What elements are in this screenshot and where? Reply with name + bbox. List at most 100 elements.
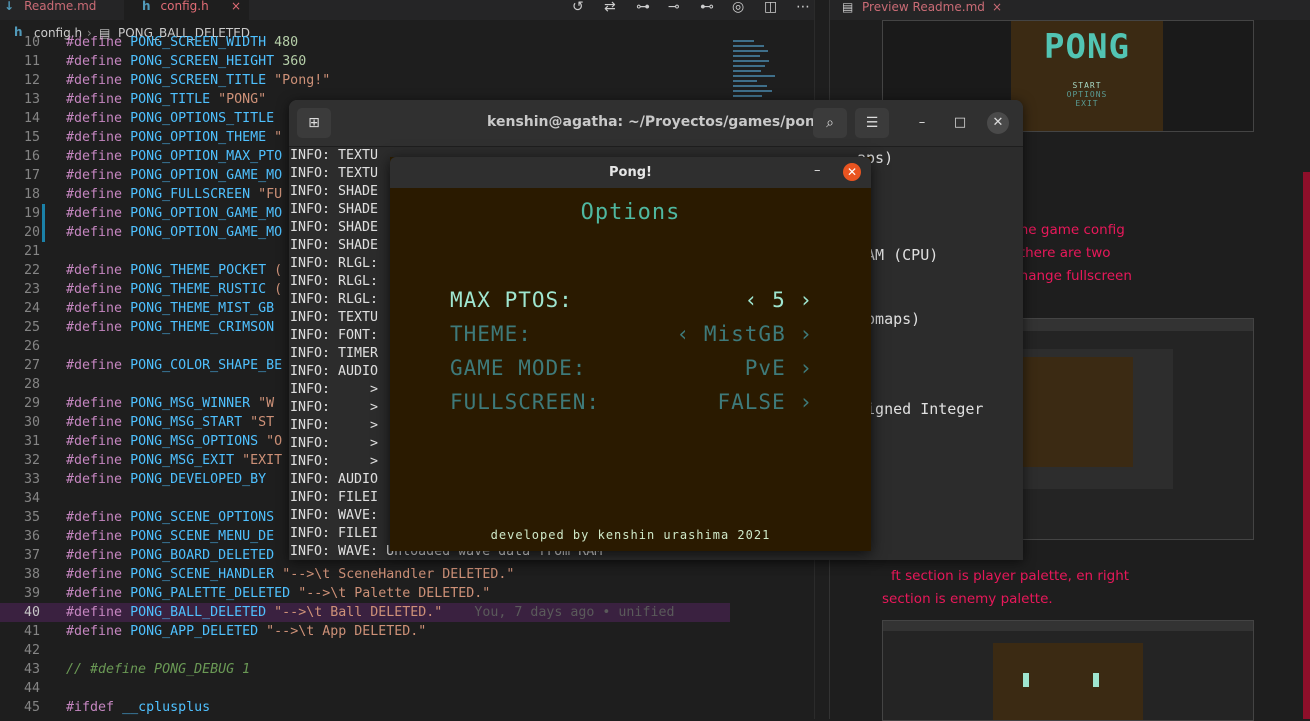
preview-icon: ▤ [842,0,854,14]
more-actions-icon[interactable]: ⋯ [796,0,810,14]
minimize-button[interactable]: – [814,163,821,178]
code-text: #define PONG_FULLSCREEN "FU [66,187,283,202]
code-line[interactable]: 38 #define PONG_SCENE_HANDLER "-->\t Scen… [0,565,730,584]
terminal-line: INFO: > [290,400,379,415]
option-fullscreen-label: FULLSCREEN: [450,390,601,414]
line-number: 26 [23,339,40,354]
option-game-mode-label: GAME MODE: [450,356,587,380]
code-text: #define PONG_TITLE "PONG" [66,92,267,107]
code-text: #define PONG_OPTION_GAME_MO [66,225,283,240]
git-compare-icon[interactable]: ⇄ [604,0,616,14]
code-text: #define PONG_COLOR_SHAPE_BE [66,358,283,373]
code-line[interactable]: 10 #define PONG_SCREEN_WIDTH 480 [0,33,730,52]
readme-text: ft section is player palette, en right [891,568,1130,584]
code-line[interactable]: 41 #define PONG_APP_DELETED "-->\t App DE… [0,622,730,641]
terminal-line: INFO: SHADE [290,202,379,217]
search-button[interactable]: ⌕ [813,108,847,138]
option-max-ptos-label: MAX PTOS: [450,288,573,312]
option-max-ptos-value[interactable]: ‹ 5 › [745,288,813,312]
history-icon[interactable]: ↺ [572,0,584,14]
pong-window-title: Pong! [609,165,652,180]
option-game-mode-value[interactable]: PvE › [745,356,813,380]
close-button[interactable]: ✕ [987,112,1009,134]
git-modified-marker [42,223,45,242]
preview-scrollbar[interactable] [1303,172,1310,719]
line-number: 14 [23,111,40,126]
code-line[interactable]: 40 #define PONG_BALL_DELETED "-->\t Ball … [0,603,730,622]
git-commit-icon[interactable]: ⊶ [636,0,650,14]
terminal-line: INFO: RLGL: [290,256,379,271]
code-text: #define PONG_OPTION_GAME_MO [66,206,283,221]
pong-logo: PONG [1044,27,1130,67]
menu-button[interactable]: ☰ [855,108,889,138]
code-text: #define PONG_OPTION_THEME " [66,130,283,145]
terminal-line: INFO: TEXTU [290,310,379,325]
option-theme-label: THEME: [450,322,532,346]
next-change-icon[interactable]: ⊷ [700,0,714,14]
terminal-line: INFO: TEXTU [290,166,379,181]
code-text: #define PONG_BOARD_DELETED [66,548,275,563]
git-blame-annotation: You, 7 days ago • unified [474,605,675,620]
tab-config-h[interactable]: h config.h × [124,0,249,20]
line-number: 35 [23,510,40,525]
close-tab-icon[interactable]: × [992,0,1002,14]
line-number: 17 [23,168,40,183]
code-line[interactable]: 42 [0,641,730,660]
code-text: #define PONG_SCENE_MENU_DE [66,529,275,544]
pong-game-window: Pong! – ✕ Options MAX PTOS: ‹ 5 › THEME:… [390,157,871,551]
editor-tab-bar: ↓ Readme.md h config.h × ↺ ⇄ ⊶ ⊸ ⊷ ◎ ◫ ⋯ [0,0,828,20]
code-text: #define PONG_DEVELOPED_BY [66,472,267,487]
line-number: 42 [23,643,40,658]
maximize-button[interactable]: □ [949,112,971,134]
line-number: 25 [23,320,40,335]
timeline-icon[interactable]: ◎ [732,0,744,14]
terminal-line: INFO: AUDIO [290,472,379,487]
previous-change-icon[interactable]: ⊸ [668,0,680,14]
code-line[interactable]: 45 #ifdef __cplusplus [0,698,730,717]
code-text: #define PONG_SCREEN_WIDTH 480 [66,35,299,50]
pong-options-screen[interactable]: Options MAX PTOS: ‹ 5 › THEME: ‹ MistGB … [390,188,871,551]
terminal-line: INFO: SHADE [290,184,379,199]
terminal-line: INFO: SHADE [290,220,379,235]
close-button[interactable]: ✕ [843,163,861,181]
line-number: 41 [23,624,40,639]
code-line[interactable]: 44 [0,679,730,698]
terminal-line: INFO: TEXTU [290,148,379,163]
code-text: #define PONG_THEME_CRIMSON [66,320,275,335]
minimap-line [733,85,767,87]
terminal-line: INFO: RLGL: [290,274,379,289]
tab-preview-readme[interactable]: ▤ Preview Readme.md × [830,0,1310,20]
terminal-line: INFO: RLGL: [290,292,379,307]
line-number: 24 [23,301,40,316]
line-number: 16 [23,149,40,164]
line-number: 37 [23,548,40,563]
code-text: #define PONG_OPTION_MAX_PTO [66,149,283,164]
minimap-line [733,70,761,72]
split-editor-icon[interactable]: ◫ [764,0,777,14]
terminal-line: INFO: FILEI [290,490,379,505]
code-text: #define PONG_SCREEN_HEIGHT 360 [66,54,307,69]
terminal-line: INFO: FILEI [290,526,379,541]
line-number: 44 [23,681,40,696]
minimap-line [733,60,770,62]
close-tab-icon[interactable]: × [231,0,241,12]
minimap-line [733,95,763,97]
terminal-line: INFO: > [290,436,379,451]
pong-titlebar: Pong! – ✕ [390,157,871,188]
readme-image-gameplay [882,620,1254,721]
line-number: 12 [23,73,40,88]
c-header-icon: h [142,0,151,13]
code-line[interactable]: 11 #define PONG_SCREEN_HEIGHT 360 [0,52,730,71]
readme-text: section is enemy palette. [882,591,1053,607]
minimize-button[interactable]: – [911,112,933,134]
option-theme-value[interactable]: ‹ MistGB › [677,322,813,346]
code-line[interactable]: 39 #define PONG_PALETTE_DELETED "-->\t Pa… [0,584,730,603]
code-line[interactable]: 43 // #define PONG_DEBUG 1 [0,660,730,679]
tab-readme[interactable]: ↓ Readme.md [4,0,116,20]
minimap-line [733,55,760,57]
line-number: 13 [23,92,40,107]
option-fullscreen-value[interactable]: FALSE › [717,390,813,414]
code-line[interactable]: 12 #define PONG_SCREEN_TITLE "Pong!" [0,71,730,90]
minimap-line [733,50,768,52]
terminal-line: INFO: TIMER [290,346,379,361]
